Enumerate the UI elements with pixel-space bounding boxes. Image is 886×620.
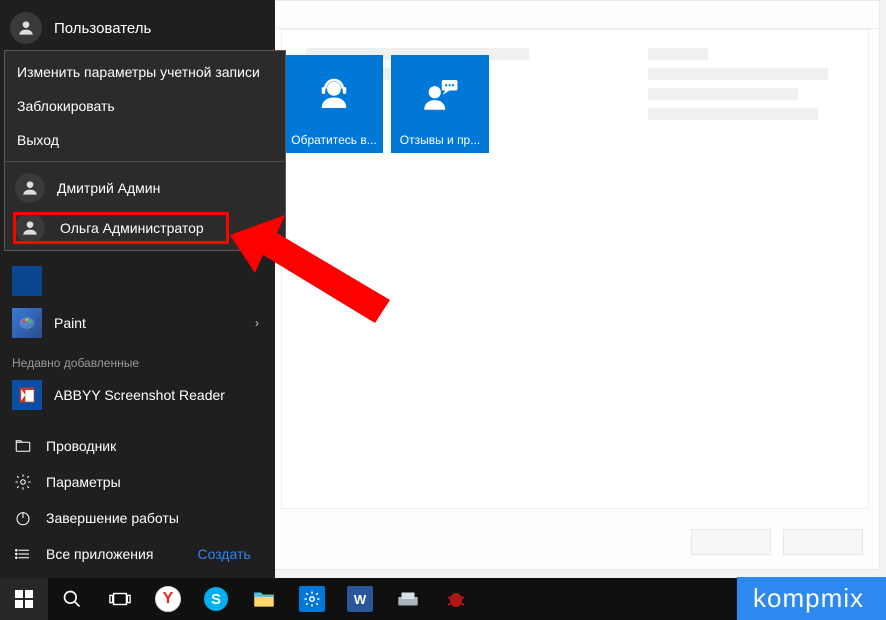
headset-person-icon xyxy=(313,73,355,115)
switch-user-name: Ольга Администратор xyxy=(60,220,204,236)
user-avatar-icon xyxy=(10,12,42,44)
search-button[interactable] xyxy=(48,578,96,620)
menu-divider xyxy=(5,161,285,162)
taskbar-word[interactable]: W xyxy=(336,578,384,620)
current-user-button[interactable]: Пользователь xyxy=(0,0,275,52)
scanner-icon xyxy=(394,585,422,613)
taskbar-scanner[interactable] xyxy=(384,578,432,620)
bg-ok-button xyxy=(691,529,771,555)
bug-icon xyxy=(442,585,470,613)
taskbar-settings[interactable] xyxy=(288,578,336,620)
app-row-unknown[interactable] xyxy=(0,260,275,302)
tile-get-help[interactable]: Обратитесь в... xyxy=(285,55,383,153)
all-apps-label: Все приложения xyxy=(46,546,153,562)
gear-icon xyxy=(299,586,325,612)
abbyy-icon xyxy=(12,380,42,410)
task-view-icon xyxy=(109,590,131,608)
list-icon xyxy=(14,545,32,563)
sys-label: Параметры xyxy=(46,474,121,490)
all-apps-row[interactable]: Все приложения Создать xyxy=(0,536,275,572)
gear-icon xyxy=(14,473,32,491)
app-row-abbyy[interactable]: ABBYY Screenshot Reader xyxy=(0,374,275,416)
folder-icon xyxy=(250,585,278,613)
sys-label: Проводник xyxy=(46,438,116,454)
settings-button[interactable]: Параметры xyxy=(0,464,275,500)
search-icon xyxy=(62,589,82,609)
menu-change-account-settings[interactable]: Изменить параметры учетной записи xyxy=(5,55,285,89)
windows-icon xyxy=(15,590,33,608)
taskbar-bug[interactable] xyxy=(432,578,480,620)
tile-label: Отзывы и пр... xyxy=(397,133,483,147)
app-label: ABBYY Screenshot Reader xyxy=(54,387,225,403)
power-button[interactable]: Завершение работы xyxy=(0,500,275,536)
account-context-menu: Изменить параметры учетной записи Заблок… xyxy=(4,50,286,251)
bg-cancel-button xyxy=(783,529,863,555)
app-row-paint[interactable]: Paint › xyxy=(0,302,275,344)
taskbar-yandex[interactable]: Y xyxy=(144,578,192,620)
menu-lock[interactable]: Заблокировать xyxy=(5,89,285,123)
user-avatar-icon xyxy=(15,173,45,203)
app-label: Paint xyxy=(54,315,86,331)
yandex-icon: Y xyxy=(155,586,181,612)
tile-label: Обратитесь в... xyxy=(291,133,377,147)
switch-user-dmitry[interactable]: Дмитрий Админ xyxy=(5,166,285,210)
chevron-right-icon: › xyxy=(255,316,259,330)
switch-user-olga[interactable]: Ольга Администратор xyxy=(5,210,285,246)
menu-sign-out[interactable]: Выход xyxy=(5,123,285,157)
start-button[interactable] xyxy=(0,578,48,620)
sys-label: Завершение работы xyxy=(46,510,179,526)
taskbar-skype[interactable]: S xyxy=(192,578,240,620)
power-icon xyxy=(14,509,32,527)
skype-icon: S xyxy=(204,587,228,611)
tile-feedback[interactable]: Отзывы и пр... xyxy=(391,55,489,153)
task-view-button[interactable] xyxy=(96,578,144,620)
watermark: kompmix xyxy=(737,577,886,620)
paint-icon xyxy=(12,308,42,338)
recently-added-label: Недавно добавленные xyxy=(0,344,275,374)
start-tile-area: Обратитесь в... Отзывы и пр... xyxy=(285,0,625,578)
highlight-annotation: Ольга Администратор xyxy=(13,212,229,244)
taskbar-explorer[interactable] xyxy=(240,578,288,620)
folder-icon xyxy=(14,437,32,455)
app-icon xyxy=(12,266,42,296)
file-explorer-button[interactable]: Проводник xyxy=(0,428,275,464)
start-menu-bottom: Проводник Параметры Завершение работы Вс… xyxy=(0,422,275,578)
person-chat-icon xyxy=(419,73,461,115)
word-icon: W xyxy=(347,586,373,612)
create-link[interactable]: Создать xyxy=(197,546,250,562)
switch-user-name: Дмитрий Админ xyxy=(57,180,160,196)
current-user-name: Пользователь xyxy=(54,20,151,37)
